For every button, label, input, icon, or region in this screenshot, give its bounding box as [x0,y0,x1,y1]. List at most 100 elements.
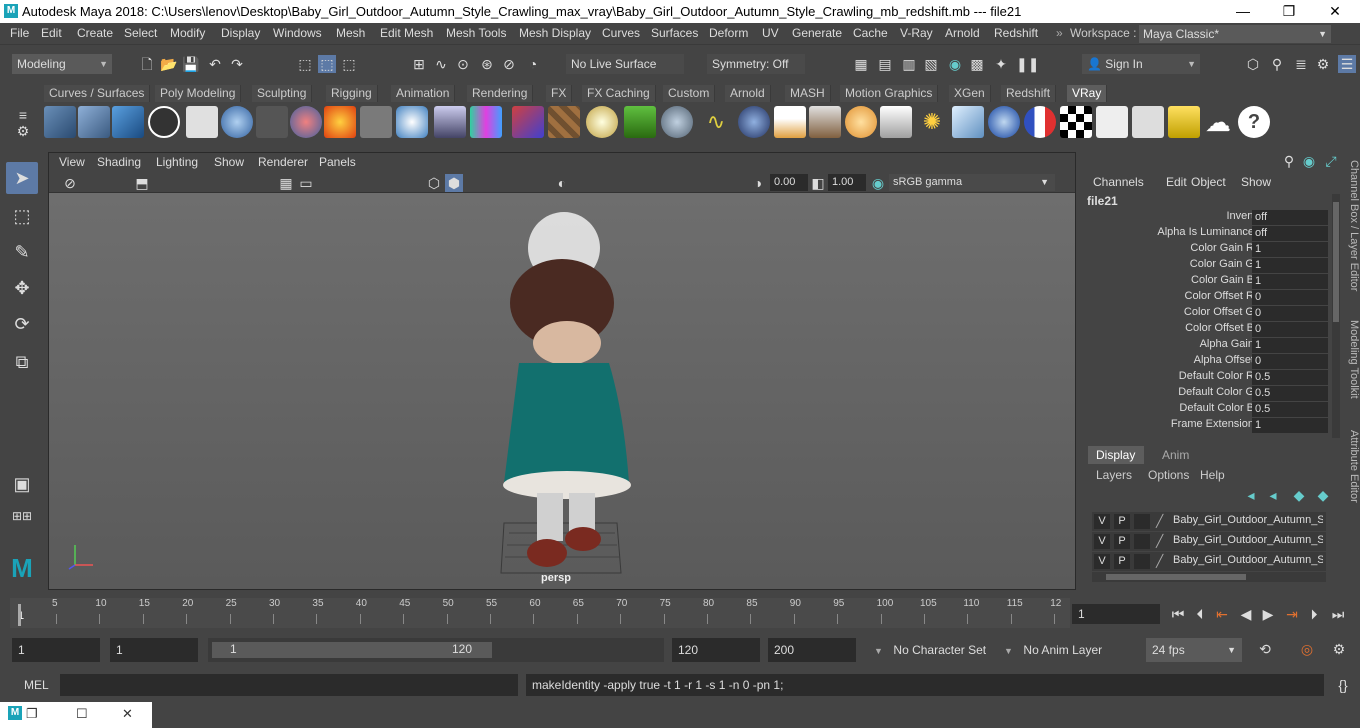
tab-display[interactable]: Display [1088,446,1144,464]
vray-ipr-icon[interactable] [78,106,110,138]
side-tab-attribute-editor[interactable]: Attribute Editor [1342,430,1360,503]
exposure-icon[interactable]: ◑ [749,174,767,192]
move-layer-down-icon[interactable]: ◂ [1264,486,1282,504]
menu-surfaces[interactable]: Surfaces [651,26,698,40]
side-tab-modeling-toolkit[interactable]: Modeling Toolkit [1342,320,1360,399]
menu-arnold[interactable]: Arnold [945,26,980,40]
attribute-value-field[interactable]: 1 [1252,418,1328,433]
character-controls-icon[interactable]: ⚲ [1268,55,1286,73]
attribute-label[interactable]: Color Offset R [1094,290,1255,302]
vp-menu-renderer[interactable]: Renderer [258,155,308,169]
bookmark-icon[interactable]: ⬒ [133,174,151,192]
go-to-start-icon[interactable]: ⏮ [1168,604,1188,624]
cb-menu-edit[interactable]: Edit [1166,175,1187,189]
minimize-button[interactable]: — [1220,0,1266,23]
grid-icon[interactable]: ▦ [277,174,295,192]
layer-color-icon[interactable]: ╱ [1156,514,1163,528]
layer-name[interactable]: Baby_Girl_Outdoor_Autumn_S [1173,534,1323,546]
layer-visibility-toggle[interactable]: V [1094,554,1110,569]
select-component-icon[interactable]: ⬚ [340,55,358,73]
next-key-icon[interactable]: ⇥ [1282,604,1302,624]
workspace-select[interactable]: Maya Classic* ▼ [1139,25,1331,43]
vray-sun-icon[interactable] [774,106,806,138]
attribute-label[interactable]: Frame Extension [1094,418,1254,430]
vray-frame-buffer-icon[interactable] [112,106,144,138]
snap-vertex-icon[interactable]: ◔ [524,55,542,73]
tab-anim[interactable]: Anim [1162,448,1189,462]
attribute-label[interactable]: Alpha Is Luminance [1094,226,1254,238]
attribute-value-field[interactable]: 0 [1252,322,1328,337]
open-scene-icon[interactable]: 📂 [160,55,178,73]
shelf-tab-fx[interactable]: FX [546,85,573,102]
snap-grid-icon[interactable]: ⊞ [410,55,428,73]
layer-name[interactable]: Baby_Girl_Outdoor_Autumn_S [1173,554,1323,566]
redo-icon[interactable]: ↷ [228,55,246,73]
layer-color-icon[interactable]: ╱ [1156,554,1163,568]
anim-layer-select[interactable]: ▼ No Anim Layer [1004,638,1134,662]
move-layer-up-icon[interactable]: ◂ [1242,486,1260,504]
cb-menu-show[interactable]: Show [1241,175,1271,189]
vray-plane-light-icon[interactable] [360,106,392,138]
vray-sky-icon[interactable] [586,106,618,138]
layer-playback-toggle[interactable]: P [1114,514,1130,529]
film-gate-icon[interactable]: ▭ [297,174,315,192]
vray-camera-icon[interactable] [256,106,288,138]
hypershade-icon[interactable]: ◉ [946,55,964,73]
vray-fur-icon[interactable] [624,106,656,138]
new-layer-selected-icon[interactable]: ◆ [1314,486,1332,504]
shelf-tab-motion-graphics[interactable]: Motion Graphics [840,85,939,102]
menu-vray[interactable]: V-Ray [900,26,933,40]
close-icon[interactable]: ✕ [122,706,133,722]
attribute-label[interactable]: Color Offset G [1094,306,1254,318]
mode-select[interactable]: Modeling ▼ [12,54,112,74]
layers-menu-help[interactable]: Help [1200,468,1225,482]
scale-tool-icon[interactable]: ⧉ [6,346,38,378]
vp-menu-shading[interactable]: Shading [97,155,141,169]
single-perspective-layout-icon[interactable]: ▣ [6,468,38,500]
save-scene-icon[interactable]: 💾 [182,55,200,73]
step-back-key-icon[interactable]: ⏴ [1190,604,1210,624]
rotate-tool-icon[interactable]: ⟳ [6,308,38,340]
channel-box-scrollbar[interactable] [1332,194,1340,438]
attribute-label[interactable]: Default Color G [1094,386,1254,398]
cb-menu-channels[interactable]: Channels [1093,175,1144,189]
vray-logo-icon[interactable] [148,106,180,138]
scrollbar-thumb[interactable] [1333,202,1339,322]
menu-cache[interactable]: Cache [853,26,888,40]
layer-row[interactable]: V P ╱ Baby_Girl_Outdoor_Autumn_S [1092,512,1326,531]
vray-lamp-icon[interactable] [809,106,841,138]
vray-texture-icon[interactable] [548,106,580,138]
exposure-field[interactable]: 0.00 [770,174,808,191]
layer-row[interactable]: V P ╱ Baby_Girl_Outdoor_Autumn_S [1092,532,1326,551]
vray-checker-icon[interactable] [1060,106,1092,138]
vray-settings-icon[interactable] [186,106,218,138]
close-button[interactable]: ✕ [1312,0,1358,23]
layers-menu-layers[interactable]: Layers [1096,468,1132,482]
vray-sun-light-icon[interactable]: ✺ [916,106,948,138]
shelf-tab-animation[interactable]: Animation [391,85,456,102]
attribute-value-field[interactable]: 0.5 [1252,370,1328,385]
animation-end-field[interactable]: 200 [768,638,856,662]
attribute-label[interactable]: Color Offset B [1094,322,1254,334]
menu-create[interactable]: Create [77,26,113,40]
time-slider[interactable]: 5 10 15 20 25 30 35 40 45 50 55 60 65 70 75 80 85 90 95 100… [10,598,1070,628]
render-setup-icon[interactable]: ▩ [968,55,986,73]
vp-menu-panels[interactable]: Panels [319,155,356,169]
menu-file[interactable]: File [10,26,29,40]
script-language-label[interactable]: MEL [24,678,49,692]
maximize-icon[interactable]: ☐ [76,706,88,722]
layer-type-toggle[interactable] [1134,534,1150,549]
render-frame-icon[interactable]: ▤ [876,55,894,73]
vray-spheres-icon[interactable] [290,106,322,138]
attribute-value-field[interactable]: 0.5 [1252,386,1328,401]
attribute-value-field[interactable]: 0 [1252,290,1328,305]
new-scene-icon[interactable]: 🗋 [138,55,156,73]
shelf-tab-arnold[interactable]: Arnold [725,85,771,102]
live-surface-field[interactable]: No Live Surface [566,54,684,74]
vray-fire-icon[interactable] [324,106,356,138]
snap-point-icon[interactable]: ⊙ [454,55,472,73]
layers-menu-options[interactable]: Options [1148,468,1189,482]
layer-playback-toggle[interactable]: P [1114,534,1130,549]
shelf-tab-curves-surfaces[interactable]: Curves / Surfaces [44,85,151,102]
shelf-tab-rendering[interactable]: Rendering [467,85,534,102]
